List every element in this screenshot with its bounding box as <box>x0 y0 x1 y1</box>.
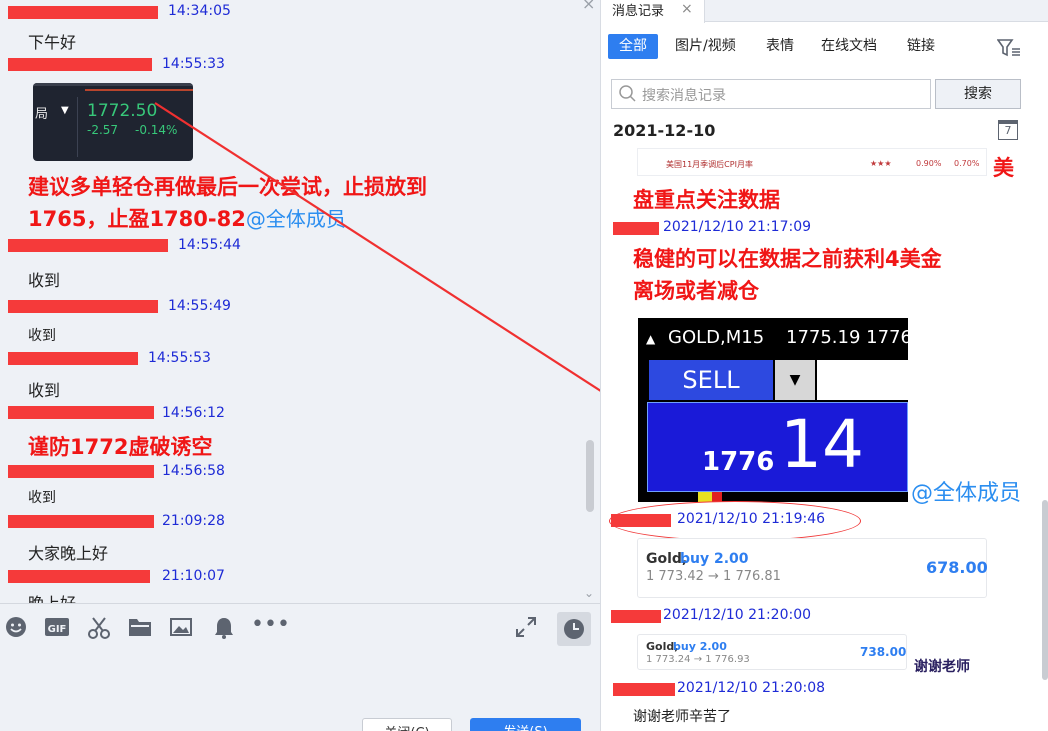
filter-images-videos[interactable]: 图片/视频 <box>664 34 747 59</box>
message-time: 14:56:58 <box>162 463 225 479</box>
message-time: 14:55:33 <box>162 56 225 72</box>
message-time: 14:56:12 <box>162 405 225 421</box>
dropdown-icon[interactable]: ▼ <box>775 360 815 400</box>
message-time: 14:55:49 <box>168 298 231 314</box>
filter-online-docs[interactable]: 在线文档 <box>810 34 888 59</box>
tab-close-icon[interactable]: × <box>681 1 693 17</box>
filter-icon[interactable] <box>996 38 1021 62</box>
cpi-image[interactable]: 美国11月季调后CPI月率 ★★★ 0.90% 0.70% <box>637 148 987 176</box>
input-area[interactable]: GIF ••• 关闭(C) 发送(S) <box>0 603 600 731</box>
announcement-line2: 1765，止盈1780-82 <box>28 207 246 231</box>
history-text: 离场或者减仓 <box>633 279 759 303</box>
history-time: 2021/12/10 21:20:08 <box>677 680 826 696</box>
message-text: 收到 <box>28 271 61 290</box>
close-button[interactable]: 关闭(C) <box>362 718 452 731</box>
history-scrollbar[interactable] <box>1042 500 1048 680</box>
chat-close-icon[interactable]: × <box>582 0 595 13</box>
quote-change: -2.57 <box>87 123 119 137</box>
message-time: 14:34:05 <box>168 3 231 19</box>
message-text: 大家晚上好 <box>28 544 109 563</box>
search-icon <box>618 84 636 106</box>
chat-scrollbar[interactable] <box>586 440 594 512</box>
history-date: 2021-12-10 <box>613 121 716 140</box>
price-quote-image[interactable]: 局 ▼ 1772.50 -2.57 -0.14% <box>33 83 193 161</box>
order-card[interactable]: Gold, buy 2.00 1 773.42 → 1 776.81 678.0… <box>637 538 988 598</box>
mention-all[interactable]: @全体成员 <box>911 475 1021 507</box>
history-text: 盘重点关注数据 <box>633 188 780 212</box>
filter-all[interactable]: 全部 <box>608 34 658 59</box>
quote-label: 局 <box>35 107 49 122</box>
bell-icon[interactable] <box>211 616 237 642</box>
history-tab[interactable]: 消息记录 × <box>601 0 705 23</box>
dropdown-icon: ▼ <box>61 105 69 116</box>
history-text: 稳健的可以在数据之前获利4美金 <box>633 247 942 271</box>
announcement-line1: 建议多单轻仓再做最后一次尝试，止损放到 <box>28 175 427 199</box>
history-time: 2021/12/10 21:20:00 <box>663 607 812 623</box>
emoji-icon[interactable] <box>3 616 29 642</box>
message-time: 21:10:07 <box>162 568 225 584</box>
calendar-icon[interactable]: 7 <box>998 120 1018 140</box>
filter-emoji[interactable]: 表情 <box>755 34 805 59</box>
search-button[interactable]: 搜索 <box>935 79 1021 109</box>
message-history-panel: 消息记录 × 全部 图片/视频 表情 在线文档 链接 搜索消息记录 搜索 202… <box>600 0 1048 731</box>
filter-links[interactable]: 链接 <box>896 34 946 59</box>
message-time: 14:55:44 <box>178 237 241 253</box>
history-text: 美 <box>993 156 1014 180</box>
warning-text: 谨防1772虚破诱空 <box>28 435 213 459</box>
svg-text:GIF: GIF <box>48 624 67 635</box>
search-input[interactable]: 搜索消息记录 <box>611 79 931 109</box>
chat-panel: × 14:34:05 下午好 14:55:33 局 ▼ 1772.50 -2.5… <box>0 0 600 731</box>
history-text: 谢谢老师 <box>914 659 970 675</box>
highlight-ellipse <box>609 501 861 541</box>
message-text: 收到 <box>28 328 56 344</box>
send-button[interactable]: 发送(S) <box>470 718 581 731</box>
expand-icon[interactable] <box>513 616 539 642</box>
history-time: 2021/12/10 21:17:09 <box>663 219 812 235</box>
quote-price: 1772.50 <box>87 101 158 121</box>
more-icon[interactable]: ••• <box>251 614 290 642</box>
history-text: 谢谢老师辛苦了 <box>633 709 731 725</box>
sell-button[interactable]: SELL <box>649 360 773 400</box>
order-card[interactable]: Gold, buy 2.00 1 773.24 → 1 776.93 738.0… <box>637 634 907 670</box>
trade-panel-image[interactable]: ▲ GOLD,M15 1775.19 1776 SELL ▼ 1776 14 <box>638 318 908 502</box>
message-text: 下午好 <box>28 33 77 52</box>
message-time: 14:55:53 <box>148 350 211 366</box>
gif-icon[interactable]: GIF <box>44 616 70 642</box>
folder-icon[interactable] <box>127 616 153 642</box>
history-clock-icon[interactable] <box>557 612 591 646</box>
quote-change-pct: -0.14% <box>135 123 178 137</box>
image-icon[interactable] <box>168 616 194 642</box>
message-text: 收到 <box>28 381 61 400</box>
search-placeholder: 搜索消息记录 <box>642 88 726 104</box>
message-time: 21:09:28 <box>162 513 225 529</box>
message-text: 收到 <box>28 490 56 506</box>
mention-all[interactable]: @全体成员 <box>246 207 346 231</box>
scissors-icon[interactable] <box>86 616 112 642</box>
scroll-down-icon[interactable]: ⌄ <box>584 586 594 600</box>
